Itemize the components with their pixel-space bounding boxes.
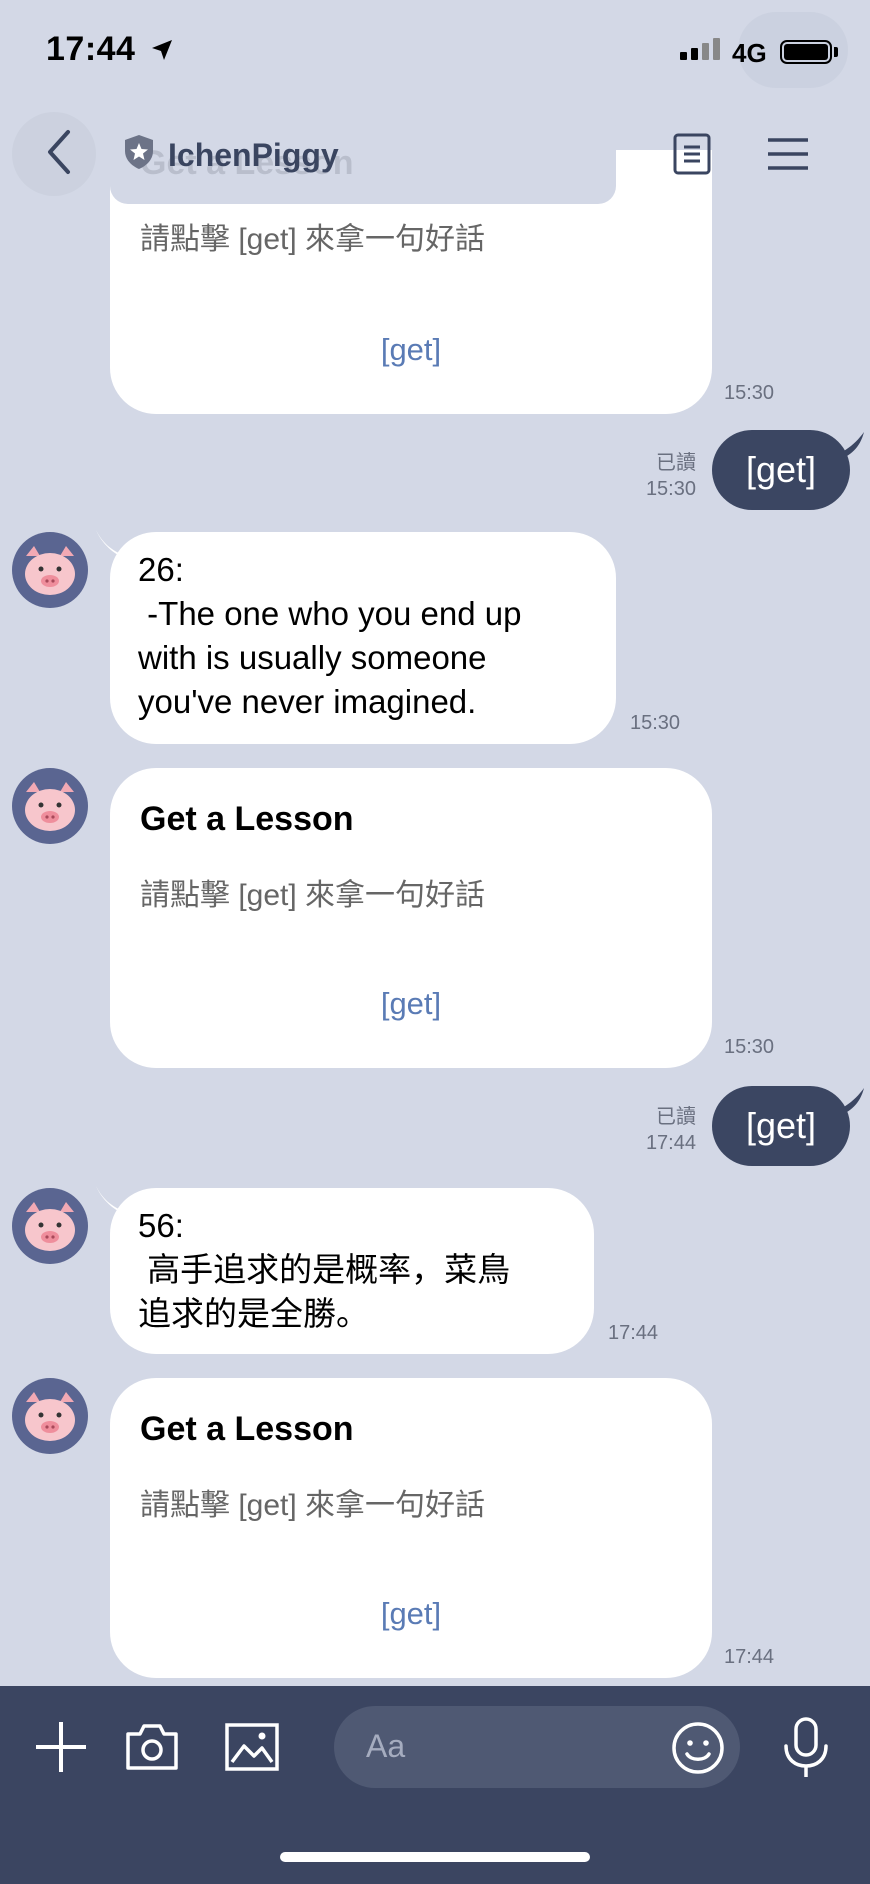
pig-icon [25, 1392, 75, 1441]
notes-icon[interactable] [672, 132, 712, 176]
avatar [12, 1188, 88, 1264]
signal-icon [680, 38, 720, 60]
chat-title[interactable]: IchenPiggy [168, 137, 339, 174]
avatar [12, 768, 88, 844]
sent-message-bubble[interactable]: [get] [712, 430, 850, 510]
card2-time: 15:30 [724, 1036, 775, 1058]
received-message-text: 26: -The one who you end up with is usua… [138, 551, 522, 720]
location-arrow-icon [152, 40, 172, 60]
in1-time: 15:30 [630, 712, 681, 734]
back-icon[interactable] [40, 128, 80, 176]
lesson-card-top-get-button[interactable]: [get] [110, 332, 712, 368]
pig-icon [25, 1202, 75, 1251]
out2-time: 17:44 [645, 1132, 696, 1154]
camera-icon[interactable] [124, 1722, 180, 1772]
lesson-card-get-button[interactable]: [get] [110, 1596, 712, 1632]
lesson-card-subtitle: 請點擊 [get] 來拿一句好話 [140, 879, 486, 912]
avatar [12, 1378, 88, 1454]
pig-icon [25, 546, 75, 595]
sent-message-bubble[interactable]: [get] [712, 1086, 850, 1166]
battery-tip [834, 47, 838, 57]
out1-time: 15:30 [645, 478, 696, 500]
lesson-card-top-subtitle: 請點擊 [get] 來拿一句好話 [140, 223, 486, 256]
card3-time: 17:44 [724, 1646, 775, 1668]
read-label: 已讀 [656, 1106, 696, 1128]
plus-icon[interactable] [34, 1720, 88, 1774]
menu-icon[interactable] [766, 136, 810, 172]
pig-icon [25, 782, 75, 831]
microphone-icon[interactable] [780, 1716, 832, 1780]
status-time: 17:44 [46, 30, 136, 68]
lesson-card-title: Get a Lesson [140, 1410, 354, 1448]
lesson-card-top-time: 15:30 [724, 382, 775, 404]
read-receipt: 已讀 17:44 [620, 1104, 696, 1156]
message-input-placeholder: Aa [366, 1728, 406, 1764]
read-label: 已讀 [656, 452, 696, 474]
emoji-icon[interactable] [670, 1720, 726, 1776]
home-indicator [280, 1852, 590, 1862]
battery-icon [780, 40, 832, 64]
lesson-card-subtitle: 請點擊 [get] 來拿一句好話 [140, 1489, 486, 1522]
lesson-card-title: Get a Lesson [140, 800, 354, 838]
shield-icon [125, 135, 153, 169]
image-icon[interactable] [224, 1722, 280, 1772]
network-label: 4G [732, 38, 767, 68]
lesson-card-get-button[interactable]: [get] [110, 986, 712, 1022]
received-message-text: 56: 高手追求的是概率，菜鳥 追求的是全勝。 [138, 1207, 511, 1332]
avatar [12, 532, 88, 608]
in2-time: 17:44 [608, 1322, 659, 1344]
read-receipt: 已讀 15:30 [620, 450, 696, 502]
